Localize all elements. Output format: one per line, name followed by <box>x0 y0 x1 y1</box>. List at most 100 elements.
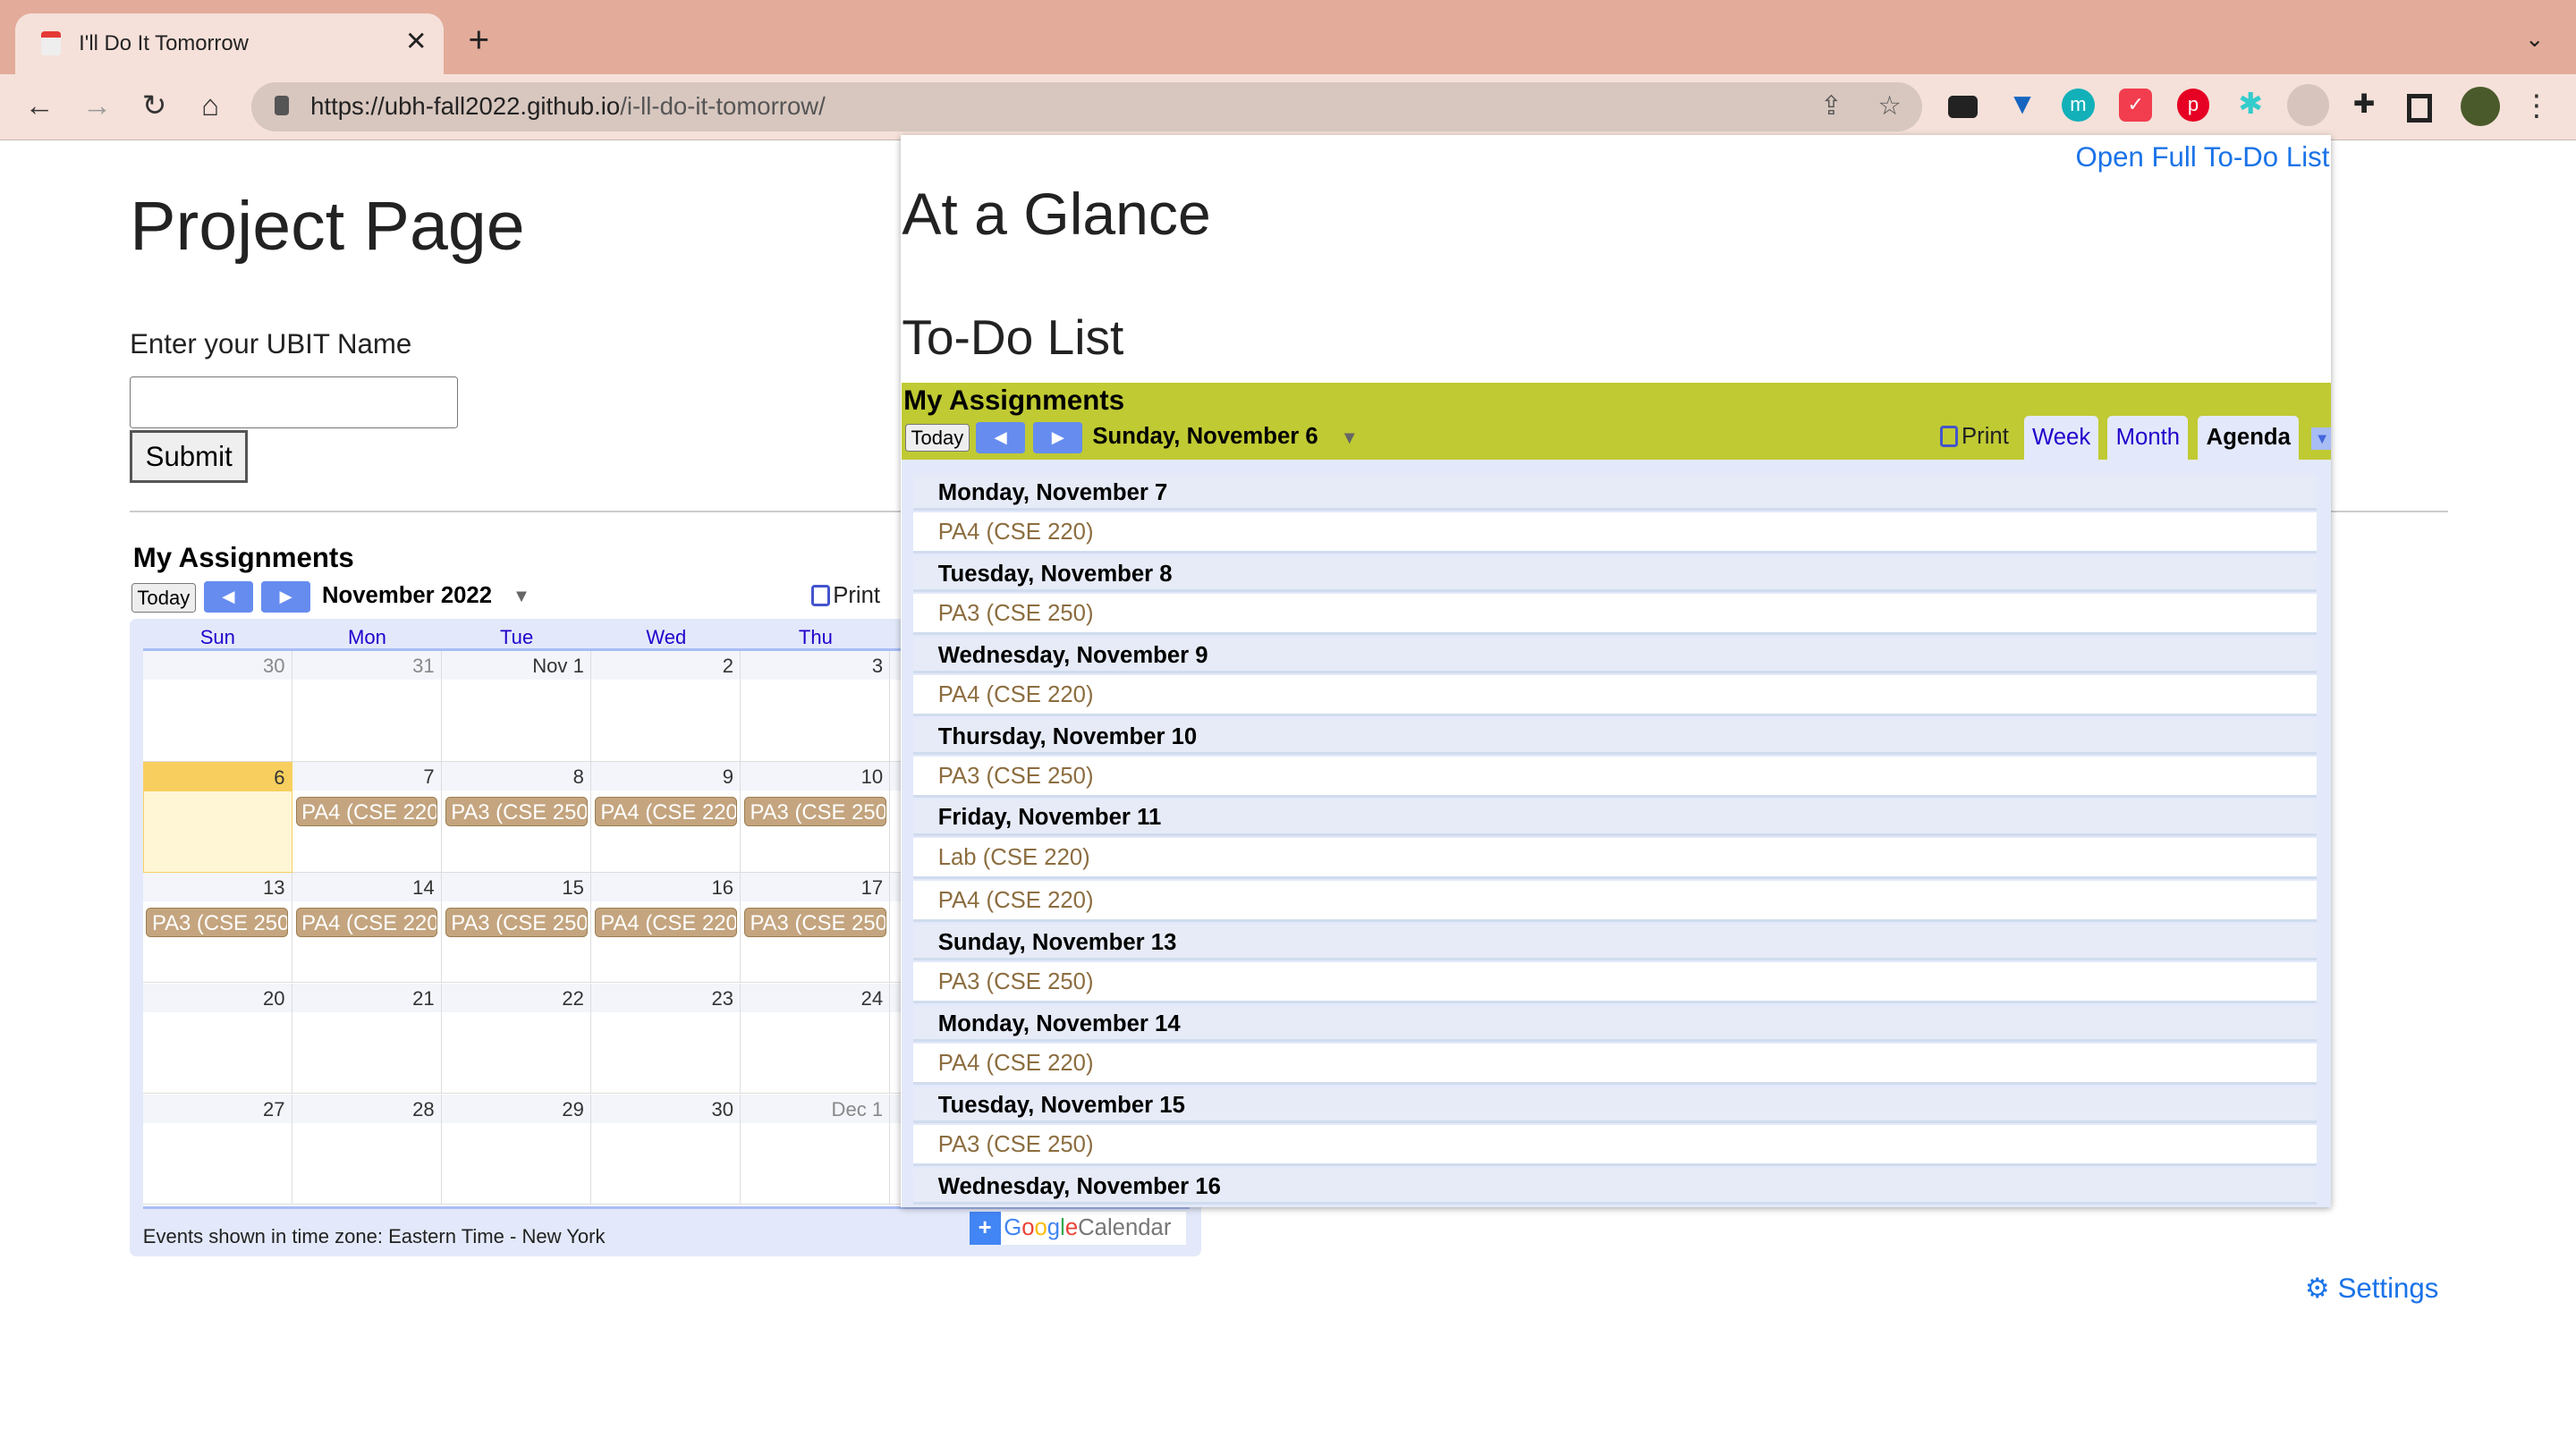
day-cell[interactable]: 22 <box>442 984 592 1095</box>
tab-week[interactable]: Week <box>2023 415 2099 461</box>
day-cell[interactable]: 30 <box>591 1095 741 1205</box>
day-number: 28 <box>412 1098 435 1121</box>
lock-icon <box>274 95 290 115</box>
map-pin-icon[interactable]: ▼ <box>2006 88 2039 122</box>
agenda-item[interactable]: PA3 (CSE 250) <box>913 593 2317 635</box>
agenda-item[interactable]: PA4 (CSE 220) <box>913 881 2317 923</box>
current-period: November 2022 <box>321 583 493 609</box>
agenda-item[interactable]: PA4 (CSE 220) <box>913 1044 2317 1086</box>
agenda-day-header: Tuesday, November 8 <box>913 555 2317 593</box>
menu-kebab-icon[interactable]: ⋮ <box>2517 87 2556 126</box>
close-tab-icon[interactable]: ✕ <box>405 26 428 57</box>
day-cell[interactable]: 6 <box>142 762 292 873</box>
sparkle-extension-icon[interactable]: ✱ <box>2234 88 2267 122</box>
day-cell[interactable]: 24 <box>741 984 891 1095</box>
puzzle-icon[interactable]: ✚ <box>2348 89 2381 122</box>
day-number: 30 <box>711 1098 733 1121</box>
period-dropdown-icon[interactable]: ▼ <box>513 587 530 607</box>
day-cell[interactable]: 2 <box>591 651 741 762</box>
agenda-item[interactable]: PA4 (CSE 220) <box>913 674 2317 716</box>
weekday-header: Sun <box>199 625 235 648</box>
agenda-day-header: Tuesday, November 15 <box>913 1087 2317 1124</box>
submit-button[interactable]: Submit <box>130 430 249 483</box>
print-button[interactable]: Print <box>811 583 880 609</box>
add-to-google-calendar-button[interactable]: + GoogleCalendar <box>969 1212 1187 1246</box>
day-cell[interactable]: 21 <box>292 984 443 1095</box>
day-cell[interactable]: 10 PA3 (CSE 250) <box>741 762 891 873</box>
day-cell-header <box>143 763 292 791</box>
event-chip[interactable]: PA3 (CSE 250) <box>445 908 588 938</box>
agenda-day-header: Wednesday, November 16 <box>913 1168 2317 1205</box>
prev-month-button[interactable]: ◀ <box>203 581 253 613</box>
day-cell[interactable]: 14 PA4 (CSE 220) <box>292 873 443 984</box>
tab-month[interactable]: Month <box>2107 415 2189 461</box>
day-cell[interactable]: 17 PA3 (CSE 250) <box>741 873 891 984</box>
printer-icon <box>811 584 830 606</box>
day-cell[interactable]: 3 <box>741 651 891 762</box>
new-tab-button[interactable]: + <box>468 21 489 57</box>
agenda-header: My Assignments Today ◀ ▶ Sunday, Novembe… <box>902 382 2332 461</box>
day-cell[interactable]: 27 <box>142 1095 292 1205</box>
day-cell[interactable]: 15 PA3 (CSE 250) <box>442 873 592 984</box>
agenda-prev-button[interactable]: ◀ <box>975 422 1026 453</box>
day-cell[interactable]: Dec 1 <box>741 1095 891 1205</box>
m-extension-icon[interactable]: m <box>2062 89 2095 122</box>
day-cell[interactable]: 20 <box>142 984 292 1095</box>
day-number: 7 <box>423 765 435 789</box>
day-cell[interactable]: 29 <box>442 1095 592 1205</box>
day-cell[interactable]: 13 PA3 (CSE 250) <box>142 873 292 984</box>
profile-avatar[interactable] <box>2461 87 2501 127</box>
event-chip[interactable]: PA4 (CSE 220) <box>594 908 737 938</box>
picture-in-picture-icon[interactable] <box>1948 95 1979 119</box>
day-number: Nov 1 <box>532 655 584 678</box>
address-bar[interactable]: https://ubh-fall2022.github.io/i-ll-do-i… <box>251 81 1922 131</box>
agenda-item[interactable]: PA3 (CSE 250) <box>913 756 2317 798</box>
today-button[interactable]: Today <box>131 583 196 613</box>
next-month-button[interactable]: ▶ <box>261 581 311 613</box>
day-cell[interactable]: 30 <box>142 651 292 762</box>
agenda-item[interactable]: PA4 (CSE 220) <box>913 512 2317 554</box>
agenda-list: Monday, November 7 PA4 (CSE 220) Tuesday, … <box>902 460 2332 1207</box>
day-cell[interactable]: 28 <box>292 1095 443 1205</box>
timer-extension-icon[interactable]: ✓ <box>2119 89 2153 122</box>
settings-link[interactable]: ⚙ Settings <box>2305 1273 2439 1305</box>
reload-button[interactable]: ↻ <box>135 87 174 126</box>
event-chip[interactable]: PA3 (CSE 250) <box>146 908 289 938</box>
event-chip[interactable]: PA3 (CSE 250) <box>744 908 886 938</box>
back-button[interactable]: ← <box>20 87 59 126</box>
side-panel-icon[interactable] <box>2406 93 2433 123</box>
event-chip[interactable]: PA4 (CSE 220) <box>295 797 438 827</box>
day-cell[interactable]: 23 <box>591 984 741 1095</box>
bookmark-star-icon[interactable]: ☆ <box>1877 90 1901 122</box>
event-chip[interactable]: PA4 (CSE 220) <box>295 908 438 938</box>
open-full-todo-link[interactable]: Open Full To-Do List <box>2075 141 2329 173</box>
agenda-item[interactable]: Lab (CSE 220) <box>913 837 2317 879</box>
tab-agenda[interactable]: Agenda <box>2198 415 2300 461</box>
agenda-item[interactable]: PA3 (CSE 250) <box>913 962 2317 1004</box>
tab-search-chevron-icon[interactable]: ⌄ <box>2525 26 2545 53</box>
day-cell[interactable]: 8 PA3 (CSE 250) <box>442 762 592 873</box>
day-cell[interactable]: 31 <box>292 651 443 762</box>
event-chip[interactable]: PA4 (CSE 220) <box>594 797 737 827</box>
agenda-next-button[interactable]: ▶ <box>1033 422 1083 453</box>
forward-button[interactable]: → <box>77 87 116 126</box>
home-button[interactable]: ⌂ <box>191 87 230 126</box>
agenda-period-dropdown-icon[interactable]: ▼ <box>1341 428 1359 449</box>
day-cell[interactable]: Nov 1 <box>442 651 592 762</box>
day-number: 24 <box>860 987 884 1010</box>
day-cell[interactable]: 16 PA4 (CSE 220) <box>591 873 741 984</box>
calendar-extension-icon[interactable] <box>2286 83 2330 127</box>
views-dropdown-icon[interactable]: ▼ <box>2311 427 2332 451</box>
page-title: Project Page <box>130 188 525 266</box>
pinterest-icon[interactable]: p <box>2176 89 2210 122</box>
agenda-today-button[interactable]: Today <box>905 423 970 452</box>
agenda-print-button[interactable]: Print <box>1940 424 2009 450</box>
event-chip[interactable]: PA3 (CSE 250) <box>445 797 588 827</box>
browser-tab[interactable]: I'll Do It Tomorrow ✕ <box>14 13 444 74</box>
day-cell[interactable]: 7 PA4 (CSE 220) <box>292 762 443 873</box>
agenda-item[interactable]: PA3 (CSE 250) <box>913 1125 2317 1167</box>
ubit-name-input[interactable] <box>130 376 459 429</box>
day-cell[interactable]: 9 PA4 (CSE 220) <box>591 762 741 873</box>
share-icon[interactable]: ⇪ <box>1820 90 1843 122</box>
event-chip[interactable]: PA3 (CSE 250) <box>744 797 886 827</box>
